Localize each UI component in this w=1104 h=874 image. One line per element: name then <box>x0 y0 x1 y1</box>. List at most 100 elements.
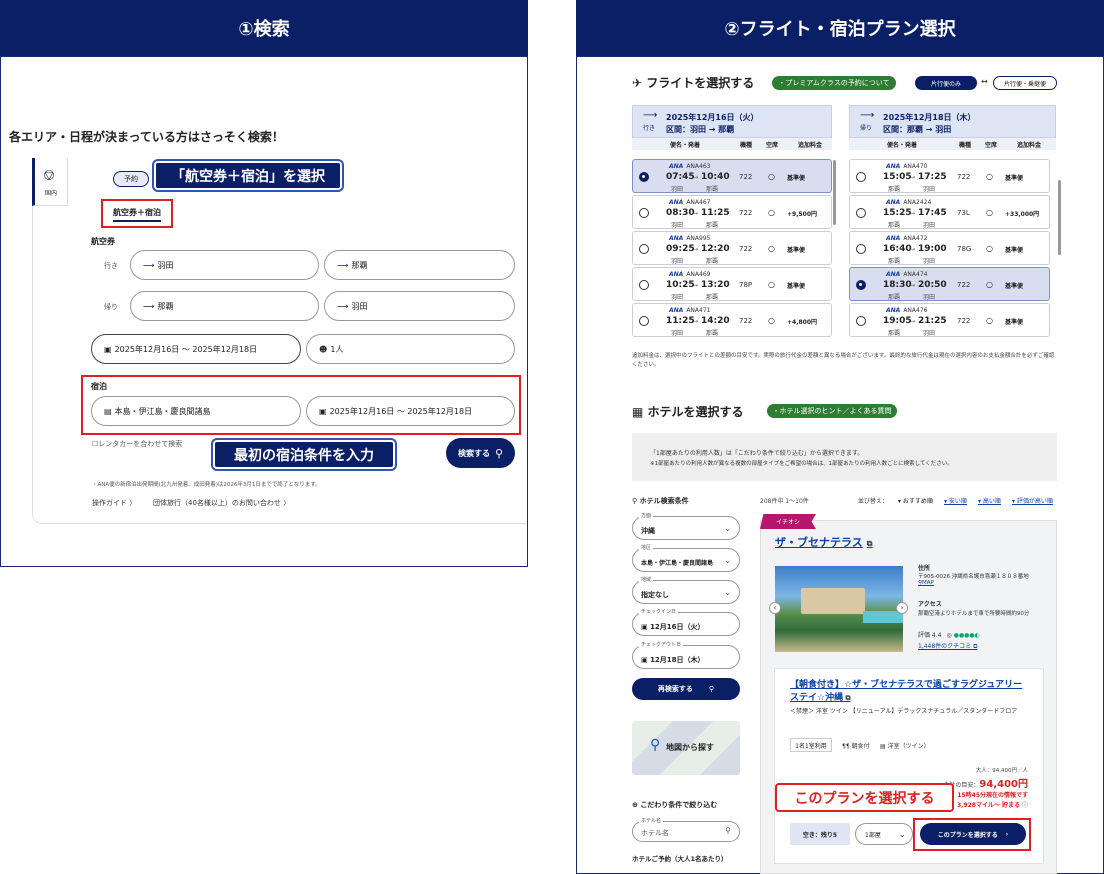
flight-radio[interactable] <box>639 208 649 218</box>
outbound-from-field[interactable]: ⟶ 羽田 <box>130 250 319 280</box>
map-search-button[interactable]: ⚲ 地図から探す <box>632 721 740 775</box>
hotel-name-link[interactable]: ザ・ブセナテラス ⧉ <box>775 534 873 550</box>
outbound-columns: 便名・発着 機種 空席 追加料金 <box>632 138 832 150</box>
sort-cheap[interactable]: ▾ 安い順 <box>944 496 967 505</box>
flight-radio[interactable] <box>856 208 866 218</box>
people-field[interactable]: ☻ 1人 <box>306 334 515 364</box>
dep-airport: 羽田 <box>671 222 684 229</box>
flight-radio[interactable] <box>856 280 866 290</box>
calendar-icon: ▣ <box>319 406 327 416</box>
flight-row[interactable]: ANA ANA470 15:05 → 17:25 那覇 羽田 722 ○ 基準便 <box>849 159 1050 193</box>
people-value: 1人 <box>330 344 344 354</box>
guide-link[interactable]: 操作ガイド 〉 <box>92 498 136 508</box>
flight-row[interactable]: ANA ANA995 09:25 → 12:20 羽田 那覇 722 ○ 基準便 <box>632 231 832 265</box>
stay-dates-field[interactable]: ▣ 2025年12月16日 〜 2025年12月18日 <box>306 396 515 426</box>
airline-logo: ANA ANA472 <box>886 235 927 242</box>
return-scrollbar[interactable] <box>1058 180 1061 255</box>
dep-airport: 那覇 <box>888 294 901 301</box>
sort-expensive[interactable]: ▾ 高い順 <box>978 496 1001 505</box>
flight-section-label: 航空券 <box>91 237 115 246</box>
return-from-field[interactable]: ⟶ 那覇 <box>130 291 319 321</box>
rental-car-checkbox[interactable]: ☐レンタカーを合わせて検索 <box>92 439 182 449</box>
checkin-field[interactable]: チェックイン日 ▣ 12月16日（火） <box>632 608 740 636</box>
flight-radio[interactable] <box>856 172 866 182</box>
extra-fee: 基準便 <box>1005 283 1024 290</box>
region-label: 地域 <box>639 576 654 583</box>
photo-next-button[interactable]: › <box>896 602 908 614</box>
rooms-select[interactable]: 1部屋 ⌄ <box>855 823 913 845</box>
checkout-field[interactable]: チェックアウト日 ▣ 12月18日（木） <box>632 641 740 669</box>
outbound-head-route: 区間：羽田 → 那覇 <box>666 125 735 134</box>
people-label: ホテルご予約（大人1名あたり） <box>632 855 728 863</box>
access-value: 那覇空港よりホテルまで車で所要時間約90分 <box>918 611 1030 617</box>
flight-radio[interactable] <box>639 172 649 182</box>
outbound-scrollbar[interactable] <box>833 160 836 225</box>
region-select[interactable]: 地域 指定なし ⌄ <box>632 576 740 604</box>
dep-time: 15:25 <box>883 208 912 218</box>
toggle-oneway[interactable]: 片行便のみ <box>915 76 977 90</box>
outbound-to-field[interactable]: ⟶ 那覇 <box>324 250 515 280</box>
flight-number: ANA474 <box>903 271 928 278</box>
sidebar-tab-domestic[interactable]: ⎊ 国内 <box>32 158 68 206</box>
flight-number: ANA2424 <box>903 199 932 206</box>
flight-radio[interactable] <box>856 244 866 254</box>
ana-mark: ANA <box>886 271 901 278</box>
flight-dates-field[interactable]: ▣ 2025年12月16日 〜 2025年12月18日 <box>91 334 301 364</box>
vacancy-label: 空き：残り5 <box>802 831 838 839</box>
research-button-label: 再検索する <box>657 685 693 693</box>
seat-status: ○ <box>768 208 775 217</box>
col-seat: 空席 <box>766 142 779 149</box>
hotel-tips-pill[interactable]: ・ホテル選択のヒント／よくある質問 <box>767 404 897 418</box>
tab-flight-hotel[interactable]: 航空券＋宿泊 <box>113 207 161 222</box>
flight-radio[interactable] <box>856 316 866 326</box>
flight-number: ANA472 <box>903 235 928 242</box>
search-button[interactable]: 検索する ⚲ <box>446 438 515 468</box>
flight-dates-value: 2025年12月16日 〜 2025年12月18日 <box>114 344 258 354</box>
direction-value: 沖縄 <box>641 527 655 535</box>
return-head-route: 区間：那覇 → 羽田 <box>883 125 952 134</box>
dep-time: 08:30 <box>666 208 695 218</box>
sort-recommended[interactable]: ▾ おすすめ順 <box>898 496 933 505</box>
callout-stay: 最初の宿泊条件を入力 <box>211 438 397 471</box>
seat-status: ○ <box>768 280 775 289</box>
return-head-date: 2025年12月18日（木） <box>883 113 976 122</box>
stay-area-field[interactable]: ▤ 本島・伊江島・慶良間諸島 <box>91 396 301 426</box>
plan-title-link[interactable]: 【朝食付き】☆ザ・ブセナテラスで過ごすラグジュアリーステイ☆沖縄 ⧉ <box>790 679 1030 705</box>
callout-plan-text: このプランを選択する <box>794 790 935 807</box>
map-link[interactable]: ⚲MAP <box>918 580 934 586</box>
calendar-icon: ▣ <box>104 344 112 354</box>
reviews-link[interactable]: 1,448件のクチコミ ⧉ <box>918 641 977 651</box>
flight-row[interactable]: ANA ANA469 10:25 → 13:20 羽田 那覇 78P ○ 基準便 <box>632 267 832 301</box>
seat-status: ○ <box>986 172 993 181</box>
seat-status: ○ <box>986 208 993 217</box>
flight-row[interactable]: ANA ANA472 16:40 → 19:00 那覇 羽田 78G ○ 基準便 <box>849 231 1050 265</box>
seat-status: ○ <box>768 316 775 325</box>
flight-row[interactable]: ANA ANA476 19:05 → 21:25 那覇 羽田 722 ○ 基準便 <box>849 303 1050 337</box>
area-select[interactable]: 地区 本島・伊江島・慶良間諸島 ⌄ <box>632 544 740 572</box>
ana-mark: ANA <box>886 307 901 314</box>
group-link[interactable]: 団体旅行（40名様以上）のお問い合わせ 〉 <box>153 498 290 508</box>
photo-prev-button[interactable]: ‹ <box>769 602 781 614</box>
flight-row[interactable]: ANA ANA471 11:25 → 14:20 羽田 那覇 722 ○ +4,800円 <box>632 303 832 337</box>
premium-pill[interactable]: ・プレミアムクラスの予約について <box>772 76 896 90</box>
toggle-roundtrip[interactable]: 片行便・乗継便 <box>993 76 1057 90</box>
flight-radio[interactable] <box>639 316 649 326</box>
return-columns: 便名・発着 機種 空席 追加料金 <box>849 138 1056 150</box>
hotel-name-input[interactable]: ホテル名 ホテル名 ⚲ <box>632 817 740 842</box>
choose-plan-button[interactable]: このプランを選択する › <box>920 823 1026 845</box>
flight-radio[interactable] <box>639 244 649 254</box>
extra-fee: 基準便 <box>787 247 806 254</box>
flight-row[interactable]: ANA ANA467 08:30 → 11:25 羽田 那覇 722 ○ +9,500円 <box>632 195 832 229</box>
flight-radio[interactable] <box>639 280 649 290</box>
extra-fee: 基準便 <box>1005 319 1024 326</box>
flight-row[interactable]: ANA ANA463 07:45 → 10:40 羽田 那覇 722 ○ 基準便 <box>632 159 832 193</box>
sort-rating[interactable]: ▾ 評価が高い順 <box>1012 496 1053 505</box>
direction-select[interactable]: 方面 沖縄 ⌄ <box>632 512 740 540</box>
return-to-field[interactable]: ⟶ 羽田 <box>324 291 515 321</box>
reserve-badge[interactable]: 予約 <box>113 171 149 187</box>
tag-meal-label: 朝食付 <box>851 743 870 750</box>
flight-row[interactable]: ANA ANA474 18:30 → 20:50 那覇 羽田 722 ○ 基準便 <box>849 267 1050 301</box>
rooms-value: 1部屋 <box>865 831 881 839</box>
research-button[interactable]: 再検索する ⚲ <box>632 678 740 700</box>
flight-row[interactable]: ANA ANA2424 15:25 → 17:45 那覇 羽田 73L ○ +33,000円 <box>849 195 1050 229</box>
